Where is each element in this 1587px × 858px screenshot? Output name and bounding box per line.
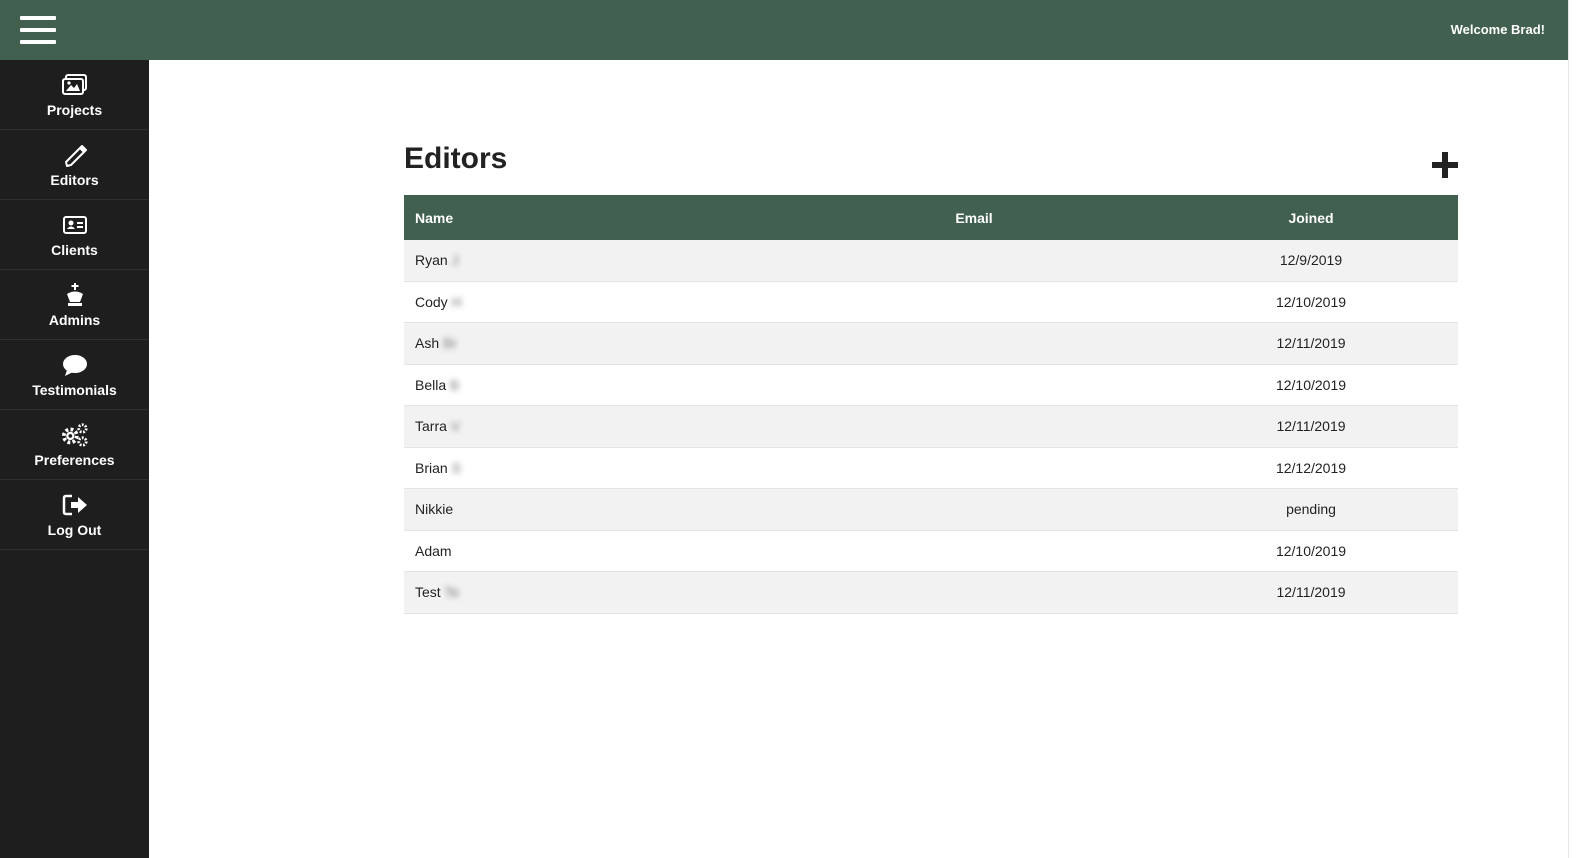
king-icon (61, 282, 89, 308)
editor-joined-date: 12/11/2019 (1276, 418, 1346, 435)
editor-joined-date: 12/10/2019 (1275, 293, 1347, 310)
editor-name: Ash Br (404, 335, 784, 351)
column-header-name[interactable]: Name (404, 210, 784, 226)
editor-name: Tarra V (404, 418, 784, 434)
sidebar-item-clients[interactable]: Clients (0, 200, 149, 270)
editor-first-name: Tarra (415, 418, 447, 435)
table-row[interactable]: Ash Br 12/11/2019 (404, 323, 1458, 365)
sidebar-item-label: Projects (46, 101, 103, 118)
add-editor-button[interactable] (1432, 152, 1458, 178)
table-row[interactable]: Tarra V 12/11/2019 (404, 406, 1458, 448)
editor-last-name-redacted: V (450, 418, 461, 435)
editor-joined-date: 12/11/2019 (1276, 584, 1346, 601)
pencil-icon (61, 142, 89, 168)
editor-first-name: Nikkie (415, 501, 454, 518)
editor-name: Cody H (404, 294, 784, 310)
gears-icon (61, 422, 89, 448)
menu-icon[interactable] (20, 16, 56, 46)
welcome-message: Welcome Brad! (1450, 22, 1545, 37)
column-header-email[interactable]: Email (784, 210, 1164, 226)
editor-name: Test Te (404, 584, 784, 600)
editor-joined-date: 12/10/2019 (1275, 542, 1347, 559)
table-header: Name Email Joined (404, 195, 1458, 240)
editor-last-name-redacted: S (451, 459, 461, 476)
table-row[interactable]: Ryan J 12/9/2019 (404, 240, 1458, 282)
sidebar-item-admins[interactable]: Admins (0, 270, 149, 340)
editor-first-name: Test (415, 584, 441, 601)
editor-joined-date: 12/10/2019 (1275, 376, 1347, 393)
sidebar-item-label: Admins (48, 311, 101, 328)
sidebar: Projects Editors Clients Admins Testimon… (0, 60, 149, 858)
editor-name: Nikkie (404, 501, 784, 517)
sidebar-item-label: Testimonials (32, 381, 117, 398)
editor-name: Brian S (404, 460, 784, 476)
id-card-icon (61, 212, 89, 238)
editor-first-name: Brian (415, 459, 448, 476)
table-row[interactable]: Adam 12/10/2019 (404, 531, 1458, 572)
table-row[interactable]: Brian S 12/12/2019 (404, 448, 1458, 489)
editor-joined-date: pending (1286, 501, 1336, 518)
editor-name: Bella B (404, 377, 784, 393)
sidebar-item-label: Log Out (47, 521, 102, 538)
scrollbar[interactable] (1568, 0, 1587, 858)
editor-first-name: Adam (415, 542, 452, 559)
editor-first-name: Bella (415, 376, 447, 393)
app-window: Welcome Brad! Projects Editors Clients A… (0, 0, 1587, 858)
sidebar-item-label: Editors (50, 171, 99, 188)
sidebar-item-editors[interactable]: Editors (0, 130, 149, 200)
editor-last-name-redacted: Br (443, 335, 458, 352)
editor-name: Ryan J (404, 252, 784, 268)
sidebar-item-testimonials[interactable]: Testimonials (0, 340, 149, 410)
speech-bubble-icon (61, 352, 89, 378)
editor-joined-date: 12/11/2019 (1276, 335, 1346, 352)
editors-table: Name Email Joined Ryan J 12/9/2019 Cody H 1… (404, 195, 1458, 614)
table-row[interactable]: Nikkie pending (404, 489, 1458, 531)
editor-last-name-redacted: Te (444, 584, 460, 601)
editor-last-name-redacted: J (451, 252, 459, 269)
column-header-joined[interactable]: Joined (1164, 210, 1458, 226)
sidebar-item-preferences[interactable]: Preferences (0, 410, 149, 480)
images-icon (61, 72, 89, 98)
page-title: Editors (404, 142, 508, 175)
sidebar-item-label: Preferences (34, 451, 115, 468)
table-row[interactable]: Cody H 12/10/2019 (404, 282, 1458, 323)
table-body: Ryan J 12/9/2019 Cody H 12/10/2019 Ash Br 12/… (404, 240, 1458, 614)
editor-last-name-redacted: H (451, 293, 462, 310)
editor-last-name-redacted: B (450, 376, 460, 393)
sidebar-item-log-out[interactable]: Log Out (0, 480, 149, 550)
sidebar-item-projects[interactable]: Projects (0, 60, 149, 130)
editor-joined-date: 12/12/2019 (1275, 459, 1347, 476)
table-row[interactable]: Test Te 12/11/2019 (404, 572, 1458, 614)
table-row[interactable]: Bella B 12/10/2019 (404, 365, 1458, 406)
sidebar-item-label: Clients (51, 241, 98, 258)
editor-joined-date: 12/9/2019 (1279, 252, 1343, 269)
editor-name: Adam (404, 543, 784, 559)
editor-first-name: Ryan (415, 252, 448, 269)
editor-first-name: Ash (415, 335, 440, 352)
editor-first-name: Cody (415, 293, 448, 310)
top-bar: Welcome Brad! (0, 0, 1568, 60)
sign-out-icon (61, 492, 89, 518)
